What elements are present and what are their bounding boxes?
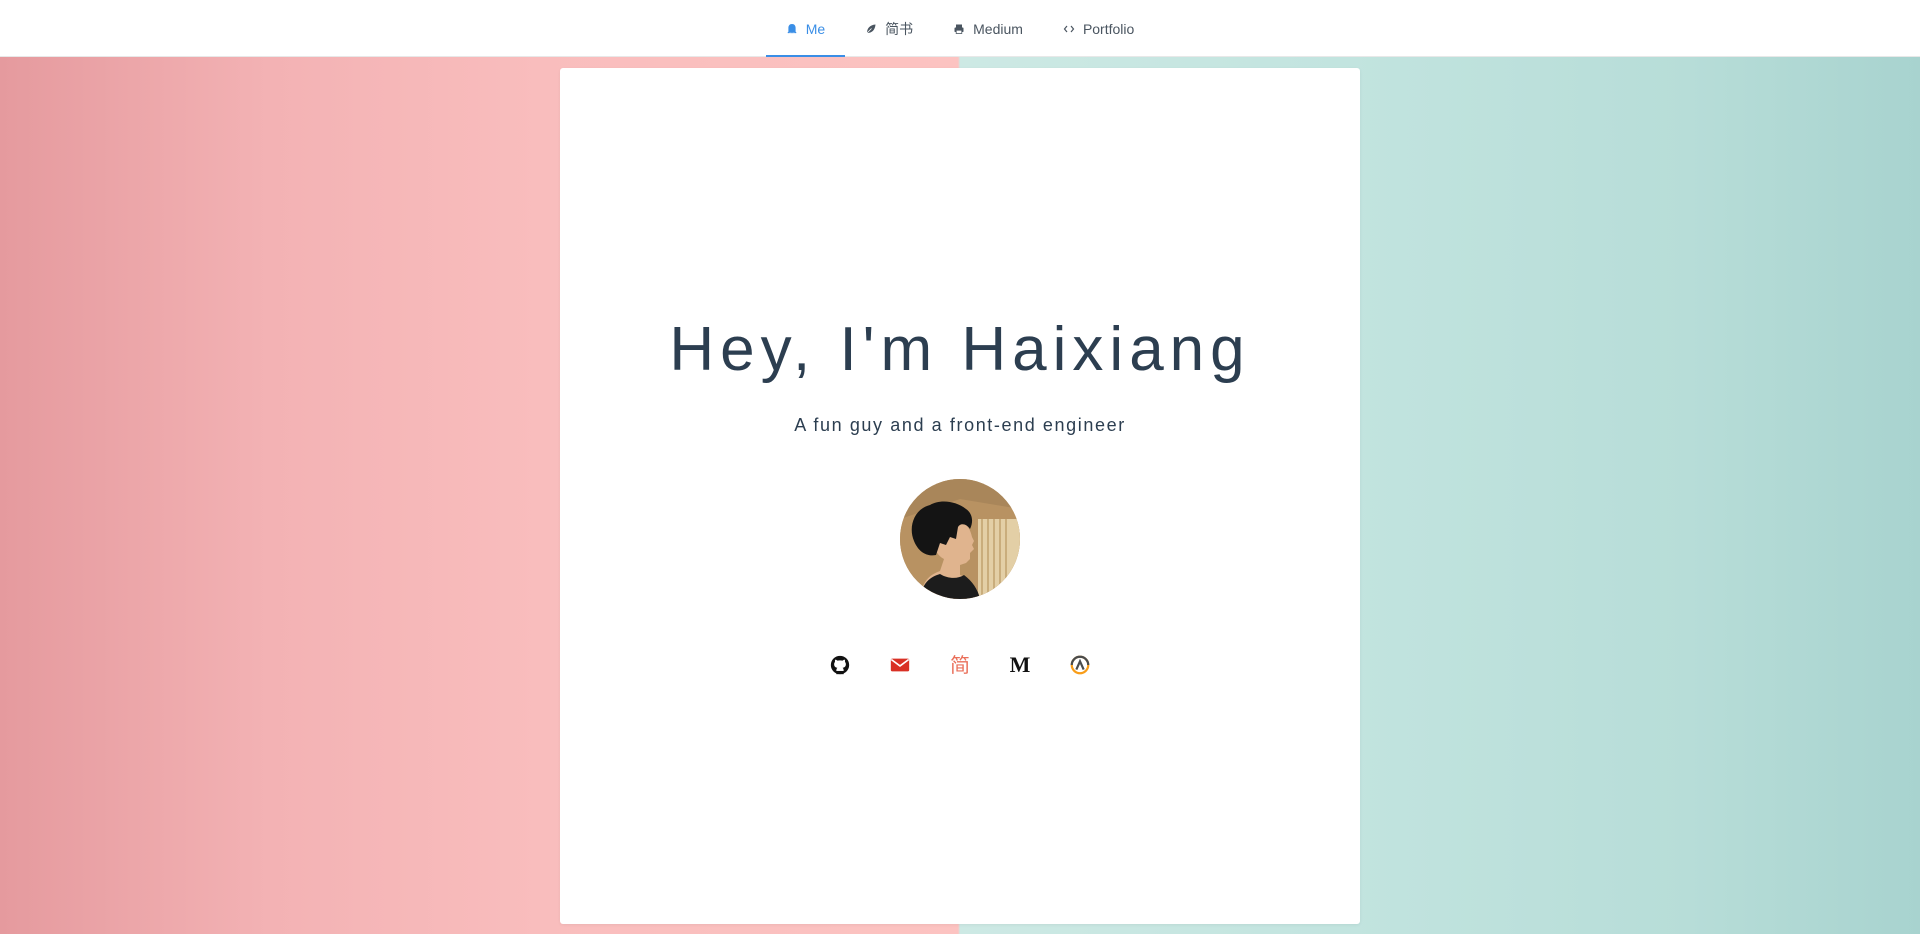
tab-label: Me [805, 20, 826, 37]
tab-jianshu[interactable]: 简书 [845, 0, 933, 57]
tab-label: Portfolio [1082, 20, 1135, 37]
tab-portfolio[interactable]: Portfolio [1043, 0, 1154, 57]
page-subtitle: A fun guy and a front-end engineer [794, 415, 1126, 435]
overwatch-icon [1070, 655, 1090, 675]
code-icon [1063, 23, 1075, 35]
github-link[interactable] [828, 653, 852, 677]
mail-icon [890, 658, 910, 672]
printer-icon [953, 23, 965, 35]
jianshu-link[interactable]: 简 [948, 653, 972, 677]
top-nav: Me 简书 Medium Portfolio [0, 0, 1920, 57]
medium-link[interactable]: M [1008, 653, 1032, 677]
ghost-icon [786, 23, 798, 35]
profile-card: Hey, I'm Haixiang A fun guy and a front-… [560, 68, 1360, 924]
leaf-icon [865, 23, 877, 35]
page-title: Hey, I'm Haixiang [669, 315, 1251, 384]
tab-me[interactable]: Me [765, 0, 846, 57]
avatar [900, 479, 1020, 599]
tab-medium[interactable]: Medium [933, 0, 1043, 57]
medium-icon: M [1009, 652, 1031, 677]
tab-label: Medium [973, 20, 1023, 37]
social-links: 简 M [828, 653, 1092, 677]
overwatch-link[interactable] [1068, 653, 1092, 677]
email-link[interactable] [888, 653, 912, 677]
jianshu-icon: 简 [950, 653, 970, 677]
tab-label: 简书 [885, 20, 914, 37]
github-icon [830, 655, 850, 675]
